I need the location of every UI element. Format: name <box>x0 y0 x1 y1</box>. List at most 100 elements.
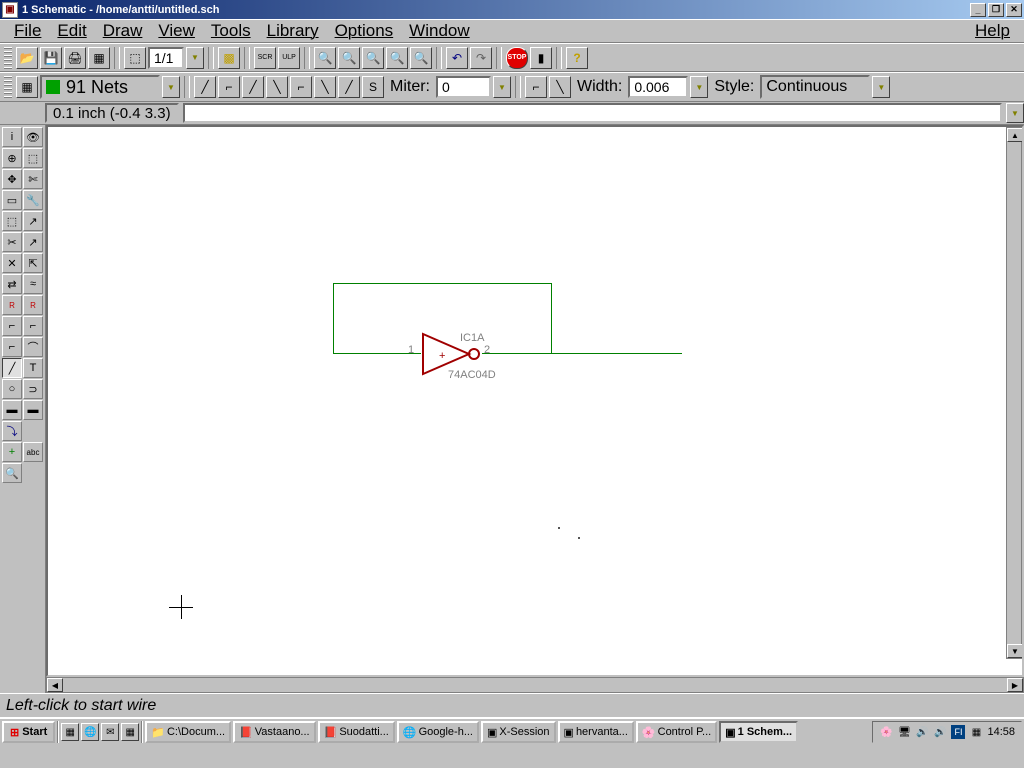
toolbar-grip[interactable] <box>4 76 12 98</box>
cam-button[interactable]: ▦ <box>88 47 110 69</box>
board-button[interactable]: ▩ <box>218 47 240 69</box>
zoom-select-button[interactable]: 🔍 <box>410 47 432 69</box>
polygon-tool[interactable]: ▬ <box>23 400 43 420</box>
arc-tool[interactable]: ⊃ <box>23 379 43 399</box>
wire-bend-2[interactable]: ╱ <box>242 76 264 98</box>
zoom-out-button[interactable]: 🔍 <box>314 47 336 69</box>
minimize-button[interactable]: _ <box>970 3 986 17</box>
display-tool[interactable]: ⊕ <box>2 148 22 168</box>
taskbar-task[interactable]: 📕Vastaano... <box>233 721 316 743</box>
erc-tool[interactable]: 🔍 <box>2 463 22 483</box>
script-button[interactable]: SCR <box>254 47 276 69</box>
miter-field[interactable]: 0 <box>436 76 491 98</box>
redo-button[interactable]: ↷ <box>470 47 492 69</box>
horizontal-scrollbar[interactable]: ◀ ▶ <box>46 677 1024 693</box>
taskbar-task[interactable]: 🌸Control P... <box>636 721 717 743</box>
start-button[interactable]: ⊞ Start <box>2 721 55 743</box>
text-tool-2[interactable]: ⌐ <box>23 316 43 336</box>
replace-tool[interactable]: R <box>2 295 22 315</box>
language-indicator[interactable]: FI <box>951 725 965 739</box>
menu-options[interactable]: Options <box>327 20 402 42</box>
save-button[interactable]: 💾 <box>40 47 62 69</box>
open-button[interactable]: 📂 <box>16 47 38 69</box>
menu-window[interactable]: Window <box>401 20 477 42</box>
go-button[interactable]: ▮ <box>530 47 552 69</box>
wire-bend-4[interactable]: ⌐ <box>290 76 312 98</box>
stop-button[interactable]: STOP <box>506 47 528 69</box>
layer-button[interactable]: ▦ <box>16 76 38 98</box>
undo-button[interactable]: ↶ <box>446 47 468 69</box>
wire-tool[interactable]: ⌐ <box>2 316 22 336</box>
style-field[interactable]: Continuous <box>760 75 870 99</box>
junction-tool[interactable]: + <box>2 442 22 462</box>
invoke-tool[interactable]: R <box>23 295 43 315</box>
toolbar-grip[interactable] <box>4 47 12 69</box>
width-field[interactable]: 0.006 <box>628 76 688 98</box>
radius-round-button[interactable]: ⌐ <box>525 76 547 98</box>
quicklaunch-browser[interactable]: 🌐 <box>81 723 99 741</box>
maximize-button[interactable]: ❐ <box>988 3 1004 17</box>
mark-tool[interactable]: ⬚ <box>23 148 43 168</box>
style-dropdown[interactable]: ▼ <box>872 76 890 98</box>
miter-dropdown[interactable]: ▼ <box>493 76 511 98</box>
change-tool[interactable]: ↗ <box>23 211 43 231</box>
circle-tool[interactable]: ○ <box>2 379 22 399</box>
zoom-fit-button[interactable]: 🔍 <box>362 47 384 69</box>
quicklaunch-app[interactable]: ▦ <box>121 723 139 741</box>
move-tool[interactable]: ✥ <box>2 169 22 189</box>
copy-tool[interactable]: ✄ <box>23 169 43 189</box>
wire-bend-7[interactable]: S <box>362 76 384 98</box>
menu-library[interactable]: Library <box>259 20 327 42</box>
cut-tool[interactable]: ✂ <box>2 232 22 252</box>
clock[interactable]: 14:58 <box>987 726 1015 738</box>
vertical-scrollbar[interactable]: ▲ ▼ <box>1006 127 1022 659</box>
taskbar-task[interactable]: 📁C:\Docum... <box>145 721 231 743</box>
rotate-tool[interactable]: 🔧 <box>23 190 43 210</box>
ulp-button[interactable]: ULP <box>278 47 300 69</box>
delete-tool[interactable]: ✕ <box>2 253 22 273</box>
tray-icon[interactable]: 🔊 <box>915 725 929 739</box>
quicklaunch-desktop[interactable]: ▦ <box>61 723 79 741</box>
label-tool[interactable]: abc <box>23 442 43 462</box>
zoom-in-button[interactable]: 🔍 <box>338 47 360 69</box>
wire-bend-3[interactable]: ╲ <box>266 76 288 98</box>
taskbar-task[interactable]: 🌐Google-h... <box>397 721 479 743</box>
show-tool[interactable]: 👁 <box>23 127 43 147</box>
taskbar-task[interactable]: ▣X-Session <box>481 721 556 743</box>
command-history-dropdown[interactable]: ▼ <box>1006 103 1024 123</box>
paste-tool[interactable]: ↗ <box>23 232 43 252</box>
line-tool[interactable]: ╱ <box>2 358 22 378</box>
sheet-dropdown[interactable]: ▼ <box>186 47 204 69</box>
bus-tool[interactable]: ⌒ <box>23 337 43 357</box>
radius-straight-button[interactable]: ╲ <box>549 76 571 98</box>
quicklaunch-mail[interactable]: ✉ <box>101 723 119 741</box>
wire-bend-1[interactable]: ⌐ <box>218 76 240 98</box>
mirror-tool[interactable]: ▭ <box>2 190 22 210</box>
gateswap-tool[interactable]: ≈ <box>23 274 43 294</box>
scroll-up-button[interactable]: ▲ <box>1007 128 1023 142</box>
layer-selector[interactable]: 91 Nets <box>40 75 160 99</box>
layer-dropdown[interactable]: ▼ <box>162 76 180 98</box>
taskbar-task[interactable]: ▣1 Schem... <box>719 721 798 743</box>
scroll-down-button[interactable]: ▼ <box>1007 644 1023 658</box>
print-button[interactable]: 🖨 <box>64 47 86 69</box>
pinswap-tool[interactable]: ⇄ <box>2 274 22 294</box>
coordinate-display[interactable]: 0.1 inch (-0.4 3.3) <box>45 103 179 123</box>
info-tool[interactable]: i <box>2 127 22 147</box>
rect-tool[interactable]: ▬ <box>2 400 22 420</box>
taskbar-task[interactable]: 📕Suodatti... <box>318 721 395 743</box>
schematic-canvas[interactable]: + IC1A 74AC04D 1 2 ▲ ▼ <box>46 125 1024 677</box>
width-dropdown[interactable]: ▼ <box>690 76 708 98</box>
scroll-right-button[interactable]: ▶ <box>1007 678 1023 692</box>
menu-edit[interactable]: Edit <box>49 20 94 42</box>
scroll-left-button[interactable]: ◀ <box>47 678 63 692</box>
wire-bend-6[interactable]: ╱ <box>338 76 360 98</box>
tray-icon[interactable]: 🖥 <box>897 725 911 739</box>
sheet-select-button[interactable]: ⬚ <box>124 47 146 69</box>
tray-icon[interactable]: ▦ <box>969 725 983 739</box>
menu-help[interactable]: Help <box>967 20 1018 42</box>
tray-icon[interactable]: 🌸 <box>879 725 893 739</box>
text-tool[interactable]: T <box>23 358 43 378</box>
tray-icon[interactable]: 🔊 <box>933 725 947 739</box>
split-tool[interactable]: ⤵ <box>2 421 22 441</box>
